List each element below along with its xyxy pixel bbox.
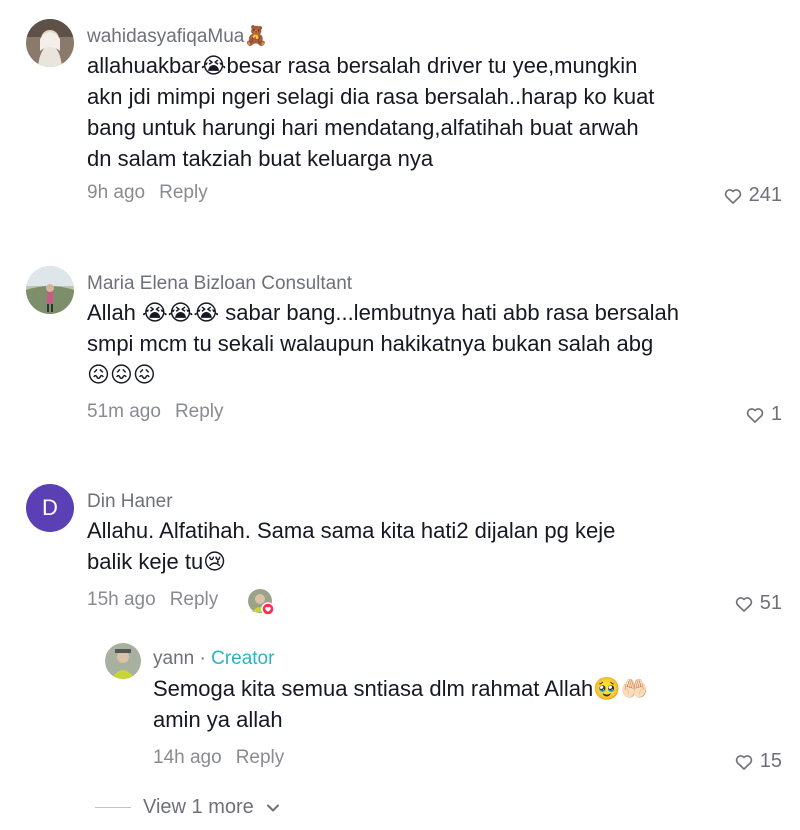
like-button[interactable]: 241 [723,184,782,207]
avatar[interactable] [26,266,74,314]
heart-icon [735,596,752,612]
timestamp: 15h ago [87,589,156,610]
like-button[interactable]: 51 [734,592,782,615]
comment-text: Allah 😭😭😭 sabar bang...lembutnya hati ab… [87,300,680,387]
like-button[interactable]: 15 [734,750,782,773]
comment-meta: 9h ago Reply [87,182,208,204]
username[interactable]: wahidasyafiqaMua🧸 [87,24,268,48]
username[interactable]: Maria Elena Bizloan Consultant [87,273,352,295]
timestamp: 9h ago [87,182,146,203]
like-count: 1 [770,403,782,425]
divider-line [95,807,131,808]
heart-icon [735,754,752,770]
heart-icon [746,407,764,423]
comment-text: Allahu. Alfatihah. Sama sama kita hati2 … [87,518,616,574]
teddy-bear-emoji: 🧸 [244,25,269,47]
avatar-letter: D [42,495,58,520]
comment-text: allahuakbar😭besar rasa bersalah driver t… [87,53,655,171]
avatar[interactable] [105,643,141,679]
like-count: 15 [759,750,782,772]
like-count: 241 [748,184,782,206]
comment-meta: 15h ago Reply [87,589,218,611]
reply-button[interactable]: Reply [236,747,285,768]
creator-badge: Creator [211,648,275,669]
timestamp: 51m ago [87,401,161,422]
view-more-replies-button[interactable]: View 1 more [95,796,280,819]
timestamp: 14h ago [153,747,222,768]
comment-meta: 14h ago Reply [153,747,284,769]
avatar[interactable]: D [26,484,74,532]
view-more-label: View 1 more [143,796,254,818]
comment-meta: 51m ago Reply [87,401,224,423]
reply-button[interactable]: Reply [170,589,219,610]
avatar[interactable] [26,19,74,67]
reply-button[interactable]: Reply [175,401,224,422]
creator-liked-avatar [247,588,275,616]
like-button[interactable]: 1 [745,403,782,426]
username[interactable]: yann · Creator [153,648,274,670]
username[interactable]: Din Haner [87,491,173,513]
chevron-down-icon [266,804,279,811]
comment-text: Semoga kita semua sntiasa dlm rahmat All… [153,676,648,732]
reply-button[interactable]: Reply [159,182,208,203]
heart-icon [724,188,741,204]
like-count: 51 [759,592,782,614]
